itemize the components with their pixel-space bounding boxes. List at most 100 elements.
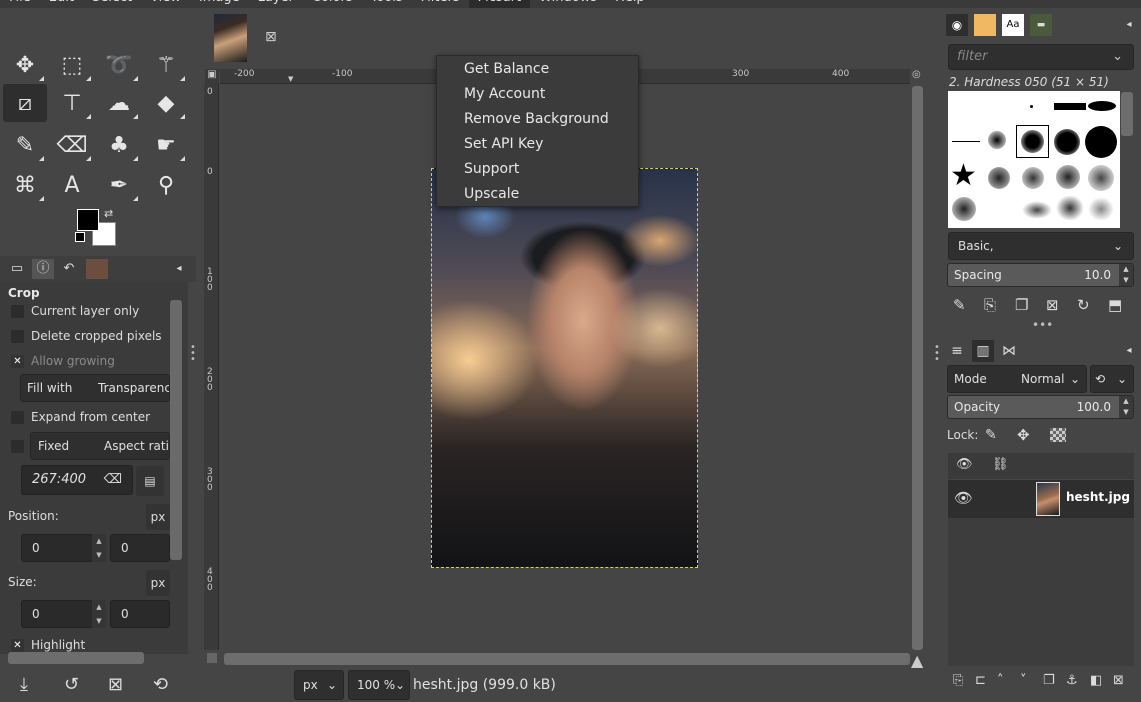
layer-name[interactable]: hesht.jpg [1066, 490, 1130, 504]
new-layer-group-icon[interactable]: ⊏ [975, 673, 986, 688]
eraser-tool-icon[interactable]: ⌫ [50, 126, 94, 164]
canvas-vertical-scrollbar[interactable] [912, 86, 923, 650]
zoom-tool-icon[interactable]: ⚲ [144, 166, 188, 204]
menu-image[interactable]: Image [190, 0, 249, 8]
device-status-tab-icon[interactable]: ⓘ [32, 259, 54, 279]
opacity-slider[interactable]: Opacity 100.0 ▲ ▼ [947, 395, 1134, 419]
fuzzy-select-tool-icon[interactable]: ⚚ [144, 46, 188, 84]
rect-select-tool-icon[interactable]: ⬚ [50, 46, 94, 84]
size-w-input[interactable]: 0 [21, 600, 93, 628]
layer-mode-combo[interactable]: Mode Normal ⌄ [947, 365, 1087, 393]
refresh-brushes-icon[interactable]: ↻ [1077, 296, 1090, 314]
brush-item[interactable] [1022, 167, 1044, 189]
move-tool-icon[interactable]: ✥ [3, 46, 47, 84]
menu-colors[interactable]: Colors [303, 0, 362, 8]
edit-brush-icon[interactable]: ✎ [953, 296, 966, 314]
brush-item[interactable] [1056, 165, 1080, 189]
canvas-horizontal-scrollbar[interactable] [224, 653, 910, 665]
brush-item[interactable] [1085, 126, 1117, 158]
menu-tools[interactable]: Tools [362, 0, 412, 8]
menu-item-remove-background[interactable]: Remove Background [464, 111, 609, 127]
size-w-spinner[interactable]: ▲ ▼ [92, 600, 106, 628]
menu-layer[interactable]: Layer [249, 0, 303, 8]
menu-item-my-account[interactable]: My Account [464, 86, 545, 102]
save-tool-preset-icon[interactable]: ⤓ [20, 674, 28, 695]
brush-item[interactable] [1054, 103, 1086, 110]
brushes-tab-icon[interactable]: ◉ [946, 14, 968, 36]
smudge-tool-icon[interactable]: ☛ [144, 126, 188, 164]
fixed-aspect-combo[interactable]: Fixed Aspect ratio [30, 432, 170, 460]
photo-layer[interactable] [431, 168, 698, 568]
navigate-icon[interactable] [207, 653, 217, 663]
brush-item[interactable] [988, 131, 1006, 149]
fill-with-combo[interactable]: Fill with Transparency [20, 374, 170, 402]
delete-tool-preset-icon[interactable]: ⊠ [108, 674, 123, 695]
menu-view[interactable]: View [141, 0, 190, 8]
tool-options-scrollbar[interactable] [170, 300, 182, 560]
brushes-scrollbar[interactable] [1121, 92, 1133, 136]
brush-item[interactable] [1022, 201, 1052, 219]
default-colors-icon[interactable] [75, 232, 85, 242]
text-tool-icon[interactable]: A [50, 166, 94, 204]
brush-item[interactable] [1088, 197, 1114, 221]
new-layer-icon[interactable]: ⎘ [953, 673, 963, 688]
raise-layer-icon[interactable]: ˄ [997, 673, 1004, 688]
configure-tab-icon[interactable]: ◂ [1118, 340, 1140, 362]
configure-tab-icon[interactable]: ◂ [1118, 14, 1140, 36]
lock-position-icon[interactable]: ✥ [1017, 426, 1030, 444]
lock-alpha-icon[interactable] [1050, 428, 1066, 442]
foreground-color-swatch[interactable] [77, 209, 99, 231]
layers-tab-icon[interactable]: ≡ [946, 340, 968, 362]
delete-cropped-pixels-checkbox[interactable] [11, 330, 24, 343]
mask-layer-icon[interactable]: ◧ [1090, 673, 1102, 688]
swap-colors-icon[interactable]: ⇄ [104, 207, 113, 220]
brush-item[interactable] [952, 141, 980, 142]
delete-layer-icon[interactable]: ⊠ [1113, 673, 1124, 688]
unit-combo[interactable]: px ⌄ [294, 670, 344, 700]
position-x-spinner[interactable]: ▲ ▼ [92, 534, 106, 562]
spacing-slider[interactable]: Spacing 10.0 ▲ ▼ [947, 263, 1134, 287]
fonts-tab-icon[interactable]: Aa [1002, 14, 1024, 36]
duplicate-brush-icon[interactable]: ❐ [1015, 296, 1028, 314]
zoom-combo[interactable]: 100 % ⌄ [348, 670, 410, 700]
brush-filter-input[interactable]: filter ⌄ [948, 44, 1134, 70]
delete-brush-icon[interactable]: ⊠ [1046, 296, 1059, 314]
brush-preset-combo[interactable]: Basic, ⌄ [948, 232, 1134, 260]
menu-file[interactable]: File [0, 0, 40, 8]
size-unit-button[interactable]: px [146, 570, 170, 596]
brush-star-icon[interactable]: ★ [950, 161, 977, 191]
color-picker-tool-icon[interactable]: ✒ [97, 166, 141, 204]
anchor-layer-icon[interactable]: ⚓ [1066, 673, 1078, 688]
opacity-spinner[interactable]: ▲ ▼ [1119, 396, 1133, 418]
close-image-icon[interactable]: ⊠ [265, 29, 277, 45]
configure-tab-icon[interactable]: ◂ [168, 259, 190, 279]
tool-options-tab-icon[interactable]: ▭ [6, 259, 28, 279]
current-layer-only-checkbox[interactable] [11, 305, 24, 318]
bucket-fill-tool-icon[interactable]: ◆ [144, 84, 188, 122]
lower-layer-icon[interactable]: ˅ [1020, 673, 1027, 688]
duplicate-layer-icon[interactable]: ❐ [1043, 673, 1055, 688]
position-y-input[interactable]: 0 [110, 534, 170, 562]
brushes-grid[interactable]: ★ [948, 91, 1120, 228]
brush-item[interactable] [1056, 195, 1084, 221]
highlight-checkbox[interactable]: ✕ [11, 639, 24, 652]
tool-presets-tab-icon[interactable]: ▬ [1030, 14, 1052, 36]
menu-item-get-balance[interactable]: Get Balance [464, 61, 549, 77]
menu-item-support[interactable]: Support [464, 161, 519, 177]
layer-row[interactable]: 👁 hesht.jpg [948, 480, 1134, 518]
brush-item[interactable] [1030, 105, 1033, 108]
layer-visibility-eye-icon[interactable]: 👁 [954, 489, 973, 507]
position-x-input[interactable]: 0 [21, 534, 93, 562]
patterns-tab-icon[interactable] [974, 14, 996, 36]
selected-brush[interactable] [1016, 125, 1049, 158]
menu-filters[interactable]: Filters [412, 0, 469, 8]
undo-history-tab-icon[interactable]: ↶ [58, 259, 80, 279]
position-unit-button[interactable]: px [146, 504, 170, 530]
brush-item[interactable] [988, 167, 1010, 189]
reset-tool-options-icon[interactable]: ⟲ [153, 674, 168, 695]
free-select-tool-icon[interactable]: ➰ [97, 46, 141, 84]
menu-item-set-api-key[interactable]: Set API Key [464, 136, 543, 152]
restore-tool-preset-icon[interactable]: ↺ [64, 674, 79, 695]
aspect-ratio-field[interactable]: 267:400 ⌫ [21, 465, 133, 495]
panel-resize-handle-icon[interactable]: • • • [190, 343, 196, 365]
